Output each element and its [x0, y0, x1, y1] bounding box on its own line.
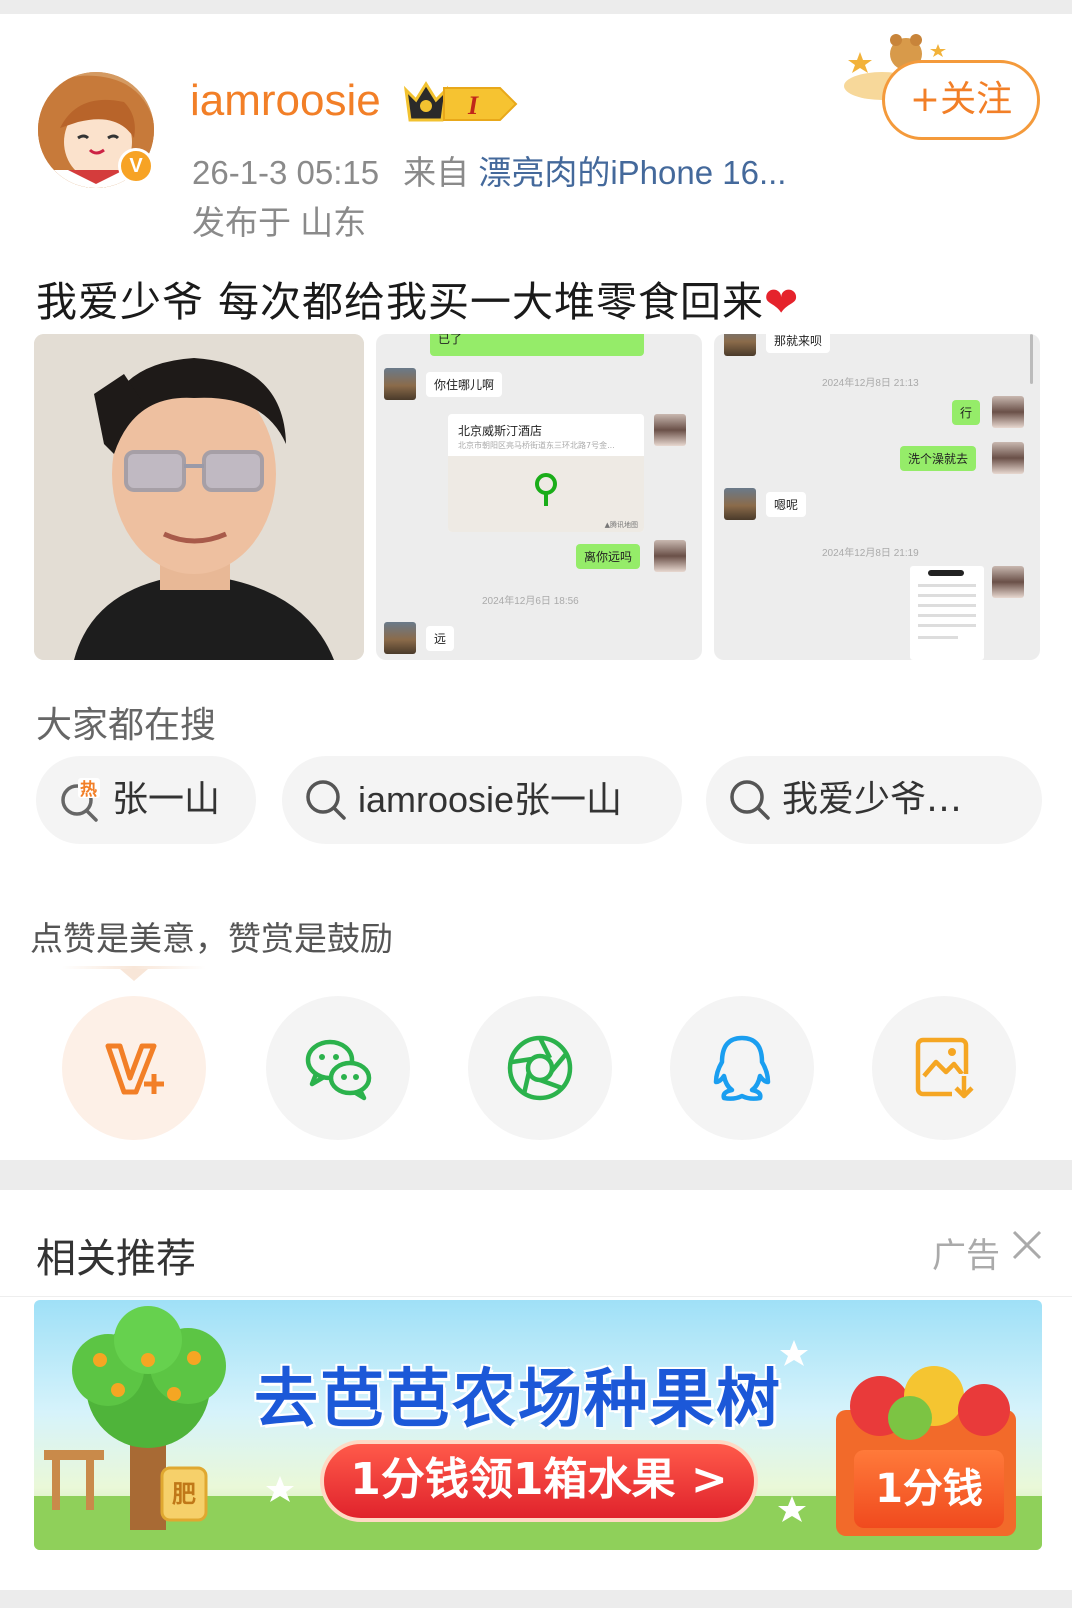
- chat-avatar: [992, 396, 1024, 428]
- location-title: 北京威斯汀酒店: [458, 424, 543, 438]
- chat-time: 2024年12月8日 21:19: [822, 548, 919, 559]
- chat-avatar: [724, 334, 756, 356]
- hot-search-icon: 热: [61, 778, 100, 822]
- share-moments-button[interactable]: [468, 996, 612, 1140]
- fertilizer-bag-label: 肥: [172, 1480, 196, 1508]
- chat-bubble: 已了: [430, 334, 644, 356]
- recommendation-card: 相关推荐 广告 肥 去芭芭农场种果树 1分钱领1箱水果 > 1分钱: [0, 1190, 1072, 1590]
- post-location: 发布于 山东: [192, 204, 367, 241]
- chat-avatar: [384, 622, 416, 654]
- banner-headline: 去芭芭农场种果树: [254, 1363, 782, 1437]
- share-wechat-button[interactable]: [266, 996, 410, 1140]
- post-image-chat-2[interactable]: 那就来呗 2024年12月8日 21:13 行 洗个澡就去 嗯呢 2024年12…: [714, 334, 1040, 660]
- chat-avatar: [384, 368, 416, 400]
- reward-hint-text: 点赞是美意，赞赏是鼓励: [30, 919, 393, 958]
- location-map: ▲腾讯地图: [448, 456, 644, 532]
- reward-button[interactable]: [62, 996, 206, 1140]
- v-plus-reward-icon: [105, 1043, 164, 1095]
- post-card: V iamroosie I 26-1-3 05:15 来自 漂亮肉的iPhone …: [0, 14, 1072, 1160]
- chat-time: 2024年12月8日 21:13: [822, 378, 919, 389]
- vip-crown-badge[interactable]: I: [402, 80, 520, 126]
- search-icon: [730, 780, 770, 820]
- chat-bubble: 离你远吗: [576, 544, 641, 569]
- post-image-chat-1[interactable]: 已了 你住哪儿啊 北京威斯汀酒店 北京市朝阳区亮马桥街道东三环北路7号金... …: [376, 334, 702, 660]
- chat-avatar: [654, 414, 686, 446]
- vip-level: I: [467, 91, 479, 120]
- banner-price-tag: 1分钱: [854, 1450, 1004, 1528]
- chat-bubble: 远: [426, 626, 455, 651]
- search-chip-label: 我爱少爷…: [782, 779, 963, 820]
- username[interactable]: iamroosie: [190, 76, 381, 126]
- close-icon[interactable]: [1010, 1228, 1044, 1262]
- chat-bubble: 你住哪儿啊: [426, 372, 503, 397]
- chat-time: 2024年12月6日 18:56: [482, 596, 579, 607]
- location-card: 北京威斯汀酒店 北京市朝阳区亮马桥街道东三环北路7号金... ▲腾讯地图: [448, 414, 644, 532]
- save-image-icon: [915, 1037, 976, 1100]
- qq-penguin-icon: [713, 1035, 771, 1101]
- post-timestamp: 26-1-3 05:15: [192, 154, 380, 191]
- search-chip-label: iamroosie张一山: [358, 779, 623, 820]
- search-chip-label: 张一山: [112, 779, 221, 820]
- chat-avatar: [992, 566, 1024, 598]
- chat-bubble: 行: [952, 400, 981, 425]
- reward-hint-caret: [120, 969, 148, 981]
- verified-badge: V: [118, 148, 154, 184]
- follow-button[interactable]: +关注: [882, 60, 1040, 140]
- post-text-content: 我爱少爷 每次都给我买一大堆零食回来: [36, 278, 765, 326]
- post-source-link[interactable]: 漂亮肉的iPhone 16...: [478, 154, 786, 191]
- wechat-icon: [305, 1039, 372, 1101]
- banner-cta-button[interactable]: 1分钱领1箱水果 >: [320, 1440, 758, 1522]
- heart-emoji-icon: ❤: [764, 278, 800, 326]
- search-chip-hot[interactable]: 热 张一山: [36, 756, 256, 844]
- chat-bubble: 嗯呢: [766, 492, 807, 517]
- moments-aperture-icon: [507, 1035, 573, 1101]
- chat-bubble: 那就来呗: [766, 334, 831, 353]
- map-credit: ▲腾讯地图: [604, 521, 638, 529]
- search-chip[interactable]: iamroosie张一山: [282, 756, 682, 844]
- chat-avatar: [724, 488, 756, 520]
- ad-banner[interactable]: 肥 去芭芭农场种果树 1分钱领1箱水果 > 1分钱: [34, 1300, 1042, 1550]
- recommendation-title: 相关推荐: [36, 1236, 196, 1282]
- chat-avatar: [654, 540, 686, 572]
- screenshot-thumbnail: [910, 566, 984, 660]
- search-icon: [306, 780, 346, 820]
- ad-label: 广告: [932, 1236, 1000, 1276]
- location-address: 北京市朝阳区亮马桥街道东三环北路7号金...: [458, 441, 615, 450]
- trending-search-title: 大家都在搜: [36, 705, 217, 746]
- post-image-selfie[interactable]: [34, 334, 364, 660]
- svg-text:热: 热: [80, 779, 97, 800]
- post-text: 我爱少爷 每次都给我买一大堆零食回来❤: [36, 268, 799, 328]
- chat-bubble: 洗个澡就去: [900, 446, 977, 471]
- post-meta: 26-1-3 05:15 来自 漂亮肉的iPhone 16...: [192, 146, 786, 194]
- scrollbar: [1030, 334, 1033, 384]
- chat-avatar: [992, 442, 1024, 474]
- search-chip[interactable]: 我爱少爷…: [706, 756, 1042, 844]
- source-prefix: 来自: [403, 154, 470, 191]
- share-qq-button[interactable]: [670, 996, 814, 1140]
- save-image-button[interactable]: [872, 996, 1016, 1140]
- divider: [0, 1296, 1072, 1297]
